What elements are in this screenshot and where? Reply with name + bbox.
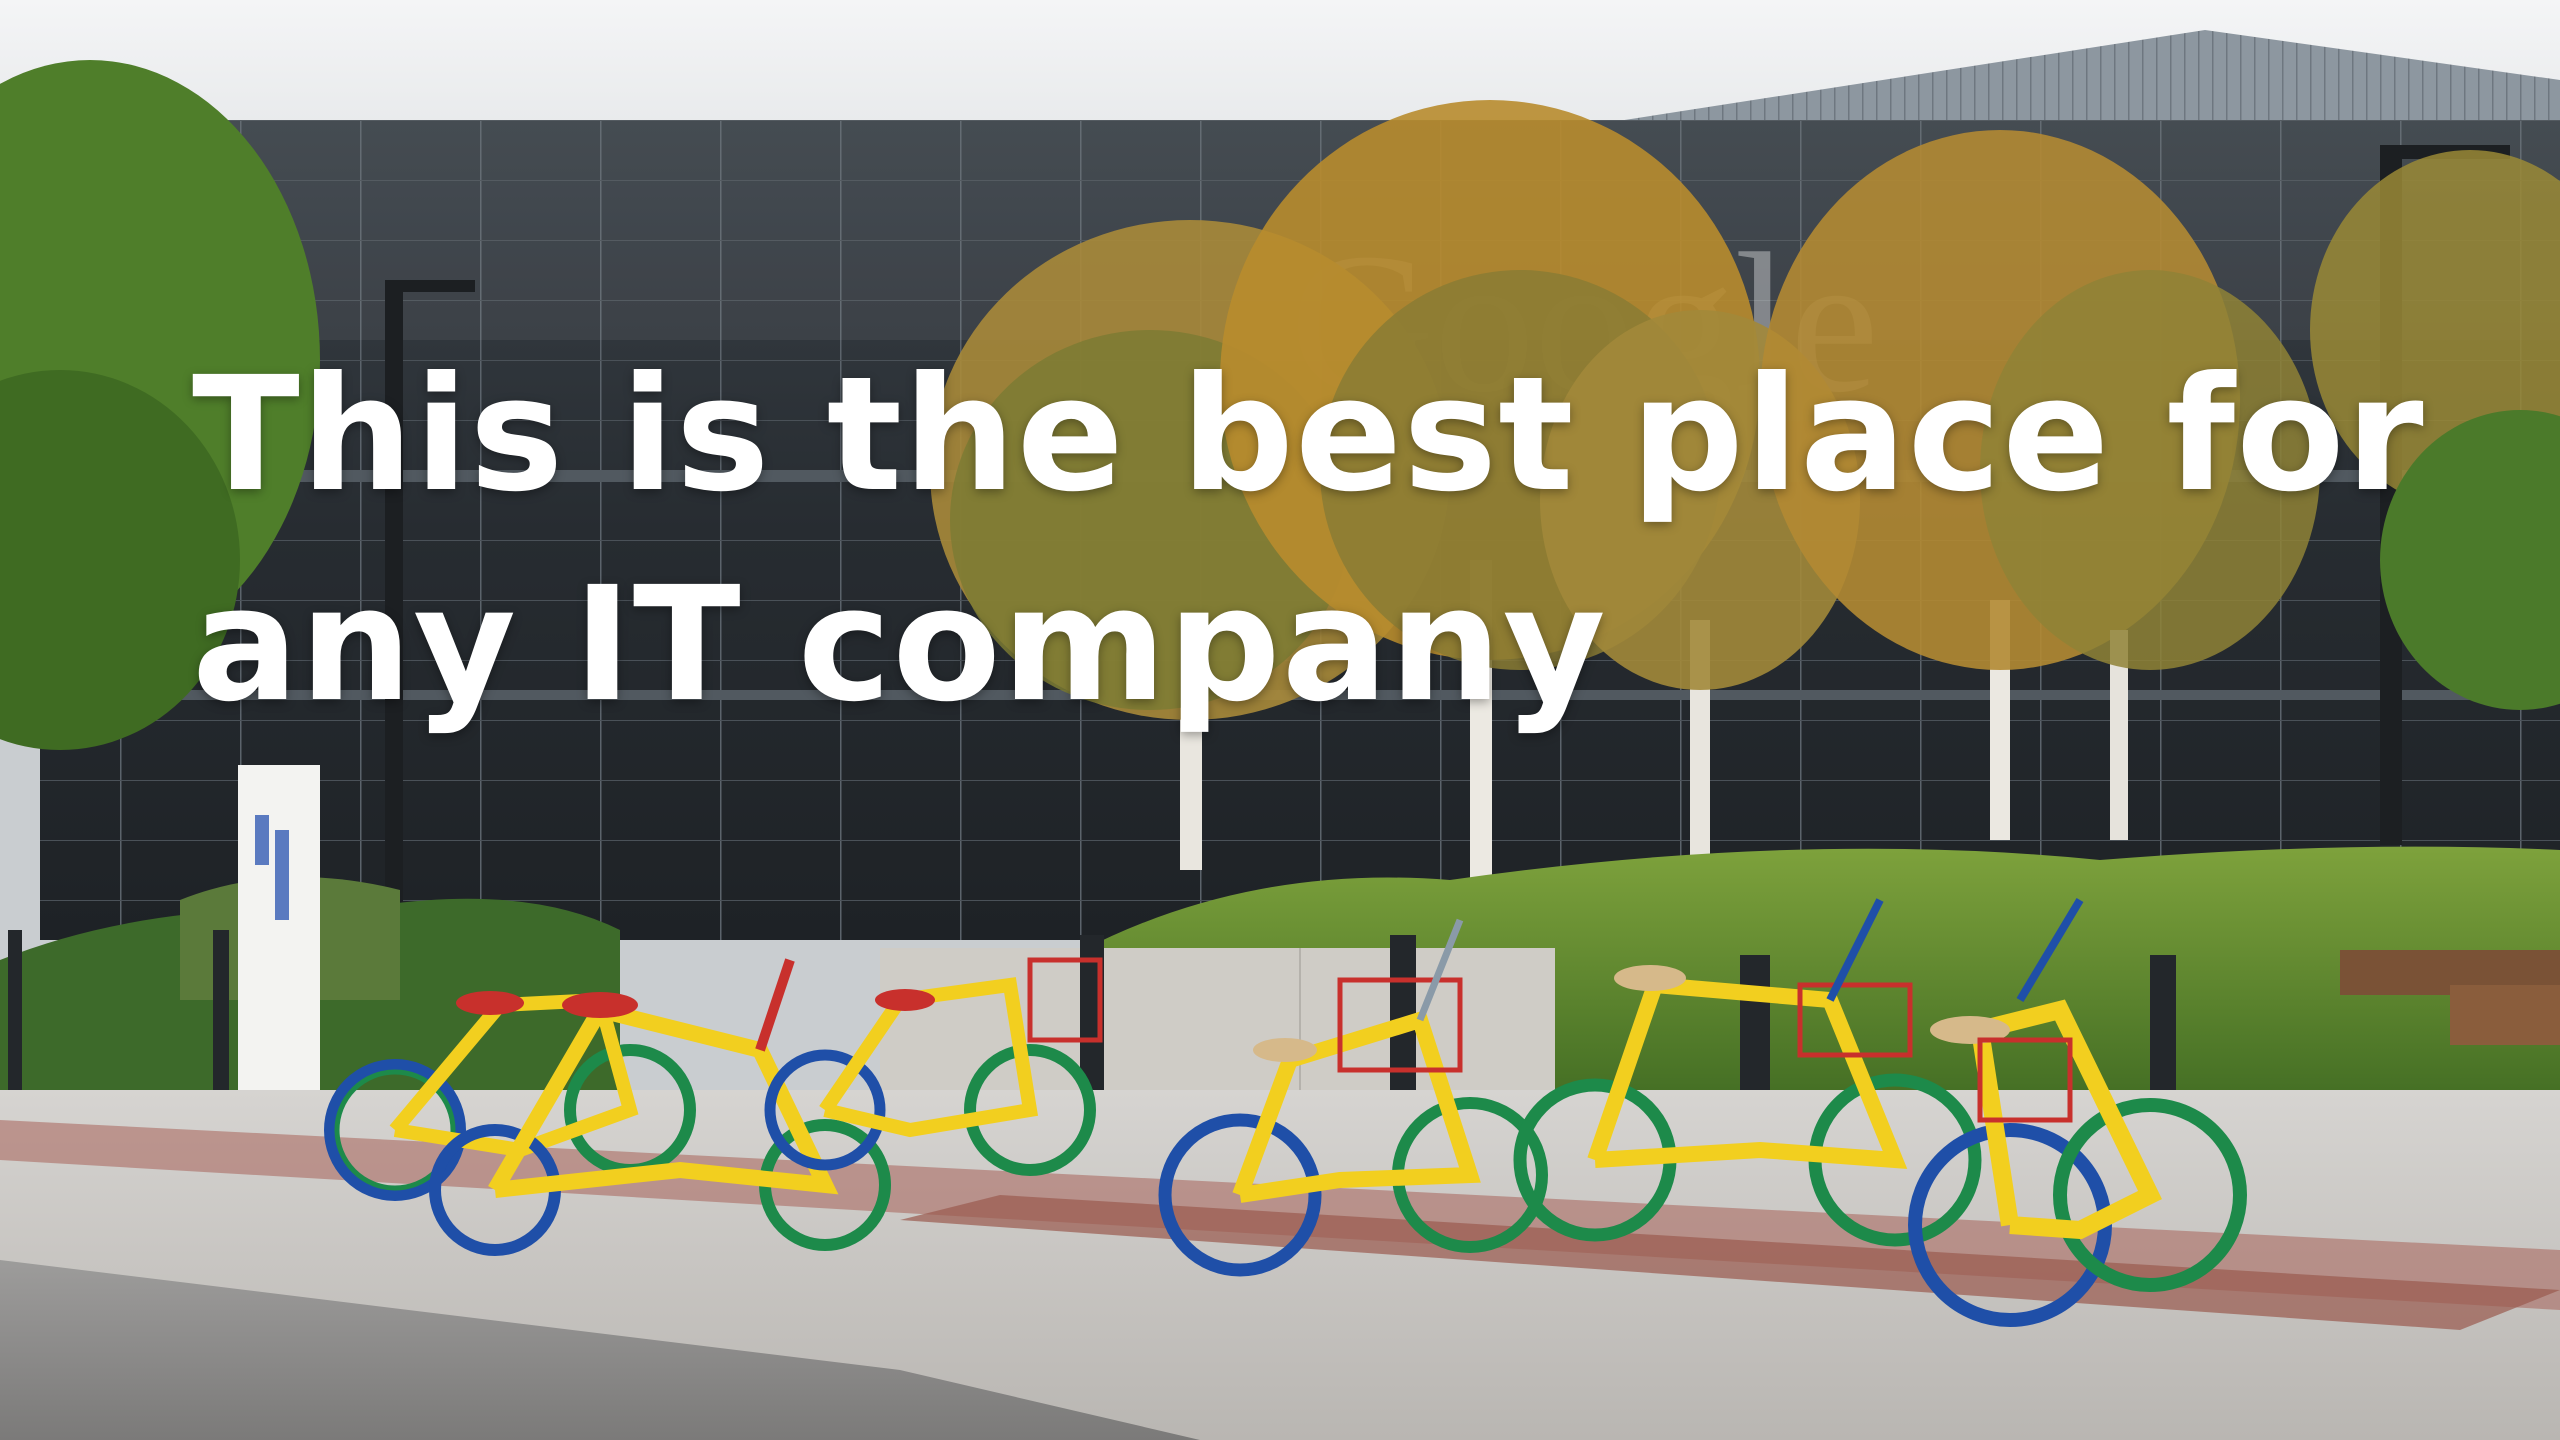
info-sign	[238, 765, 320, 1090]
slide-headline: This is the best place for any IT compan…	[192, 330, 2425, 750]
headline-line-2: any IT company	[192, 553, 1607, 737]
headline-line-1: This is the best place for	[192, 343, 2425, 527]
